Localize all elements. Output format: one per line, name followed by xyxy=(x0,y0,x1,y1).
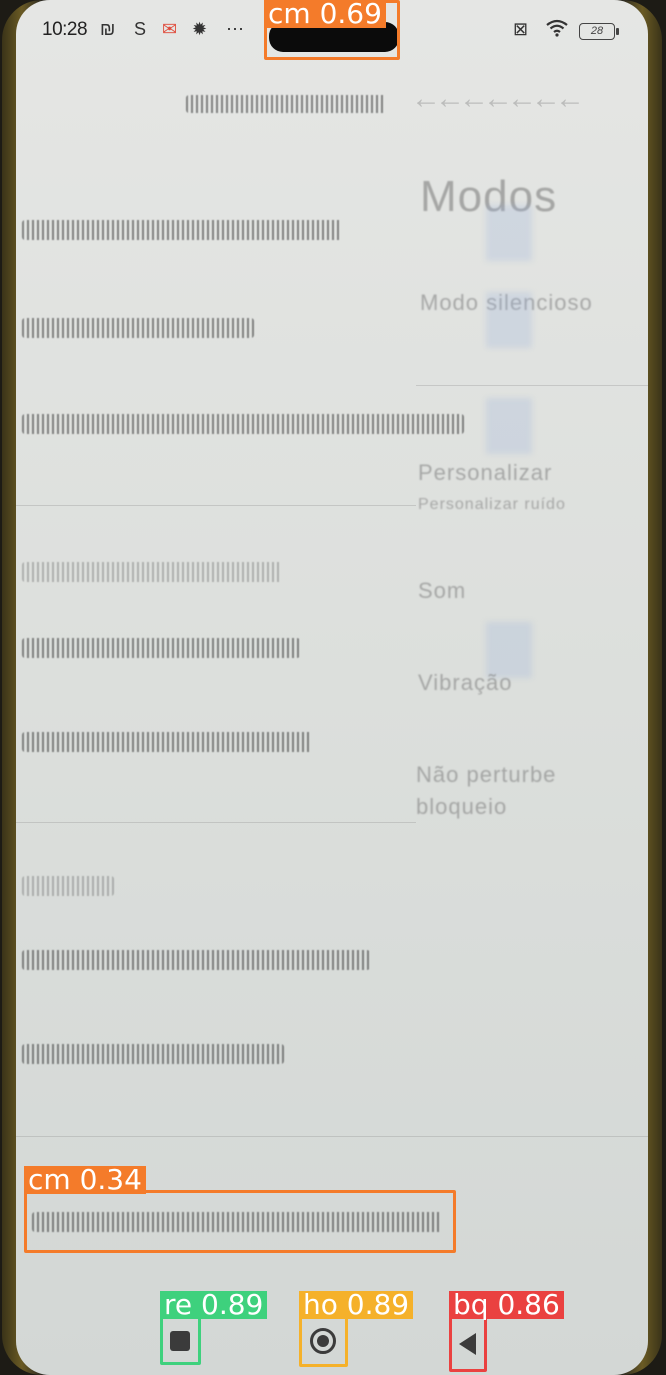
status-time: 10:28 xyxy=(42,19,88,40)
detection-box-home xyxy=(299,1316,348,1367)
detection-label-camera-top: cm 0.69 xyxy=(264,0,386,28)
section-header xyxy=(22,876,114,896)
detection-label-home: ho 0.89 xyxy=(299,1291,414,1319)
no-sim-icon: ⊠ xyxy=(513,19,529,39)
detection-box-camera-bottom xyxy=(24,1190,456,1253)
ghost-divider xyxy=(416,385,648,386)
wifi-icon xyxy=(545,19,569,42)
battery-indicator: 28 xyxy=(579,23,619,40)
ghost-toggle-3 xyxy=(486,398,532,454)
ghost-row-5-sub: bloqueio xyxy=(416,794,508,819)
ghost-toggle-1 xyxy=(486,205,532,261)
mail-app-icon: ✉ xyxy=(162,19,178,39)
section-divider xyxy=(16,1136,648,1137)
section-divider xyxy=(16,822,416,823)
s-app-icon: S xyxy=(134,19,147,39)
ghost-row-2: Personalizar xyxy=(418,460,553,485)
section-divider xyxy=(16,505,416,506)
more-icon: ⋯ xyxy=(226,19,244,39)
settings-row[interactable] xyxy=(22,732,312,752)
nfc-icon: ₪ xyxy=(100,19,116,39)
settings-row[interactable] xyxy=(22,318,254,338)
settings-row[interactable] xyxy=(22,950,370,970)
settings-row[interactable] xyxy=(22,414,464,434)
settings-row[interactable] xyxy=(22,220,342,240)
header-title xyxy=(186,95,386,113)
ghost-back-arrows: ←←←←←←← xyxy=(411,82,585,115)
ghost-row-3: Som xyxy=(418,578,467,603)
ghost-toggle-2 xyxy=(486,292,532,348)
detection-box-back xyxy=(449,1316,487,1372)
detection-label-camera-bottom: cm 0.34 xyxy=(24,1166,146,1194)
detection-label-recent: re 0.89 xyxy=(160,1291,268,1319)
section-header xyxy=(22,562,282,582)
ghost-row-2-sub: Personalizar ruído xyxy=(418,496,566,513)
detection-label-back: bq 0.86 xyxy=(449,1291,564,1319)
settings-row[interactable] xyxy=(22,638,300,658)
ghost-row-5: Não perturbe xyxy=(416,762,557,787)
detection-box-recent xyxy=(160,1316,201,1365)
settings-row[interactable] xyxy=(22,1044,284,1064)
ghost-row-4: Vibração xyxy=(418,670,513,695)
settings-icon: ✹ xyxy=(192,19,208,39)
